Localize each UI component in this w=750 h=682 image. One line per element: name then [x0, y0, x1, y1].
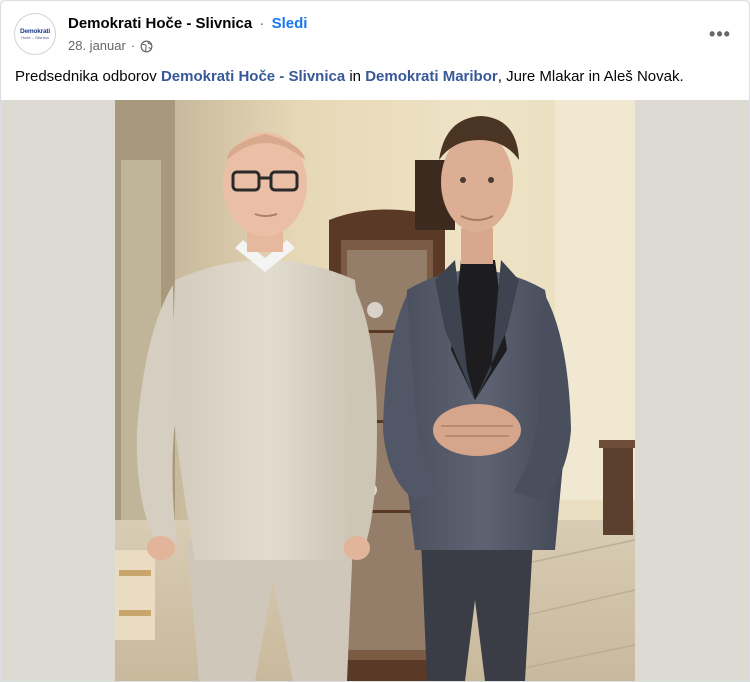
meta-separator-dot: · [130, 38, 136, 53]
page-line: Demokrati Hoče - Slivnica · Sledi [68, 14, 307, 34]
post-date-link[interactable]: 28. januar [68, 37, 126, 55]
caption-link-hoce-slivnica[interactable]: Demokrati Hoče - Slivnica [161, 68, 345, 85]
caption-text: in [345, 68, 366, 85]
caption-text: , Jure Mlakar in Aleš Novak. [497, 68, 684, 85]
separator-dot: · [259, 15, 265, 32]
post-header: Demokrati Hoče – Slivnica Demokrati Hoče… [1, 1, 749, 67]
photo-container[interactable] [1, 100, 749, 681]
caption-link-maribor[interactable]: Demokrati Maribor [365, 68, 498, 85]
page-name-link[interactable]: Demokrati Hoče - Slivnica [68, 15, 252, 32]
post-caption: Predsednika odborov Demokrati Hoče - Sli… [15, 66, 735, 88]
page-avatar[interactable]: Demokrati Hoče – Slivnica [14, 13, 56, 55]
follow-button[interactable]: Sledi [272, 15, 308, 32]
avatar-logo-text: Demokrati [20, 28, 50, 35]
more-options-icon[interactable]: ••• [705, 19, 735, 49]
facebook-post: Demokrati Hoče – Slivnica Demokrati Hoče… [0, 0, 750, 682]
post-photo[interactable] [115, 100, 635, 681]
post-meta: 28. januar · [68, 37, 153, 55]
avatar-logo-subtext: Hoče – Slivnica [21, 35, 49, 40]
caption-text: Predsednika odborov [15, 68, 161, 85]
globe-icon[interactable] [140, 40, 153, 53]
